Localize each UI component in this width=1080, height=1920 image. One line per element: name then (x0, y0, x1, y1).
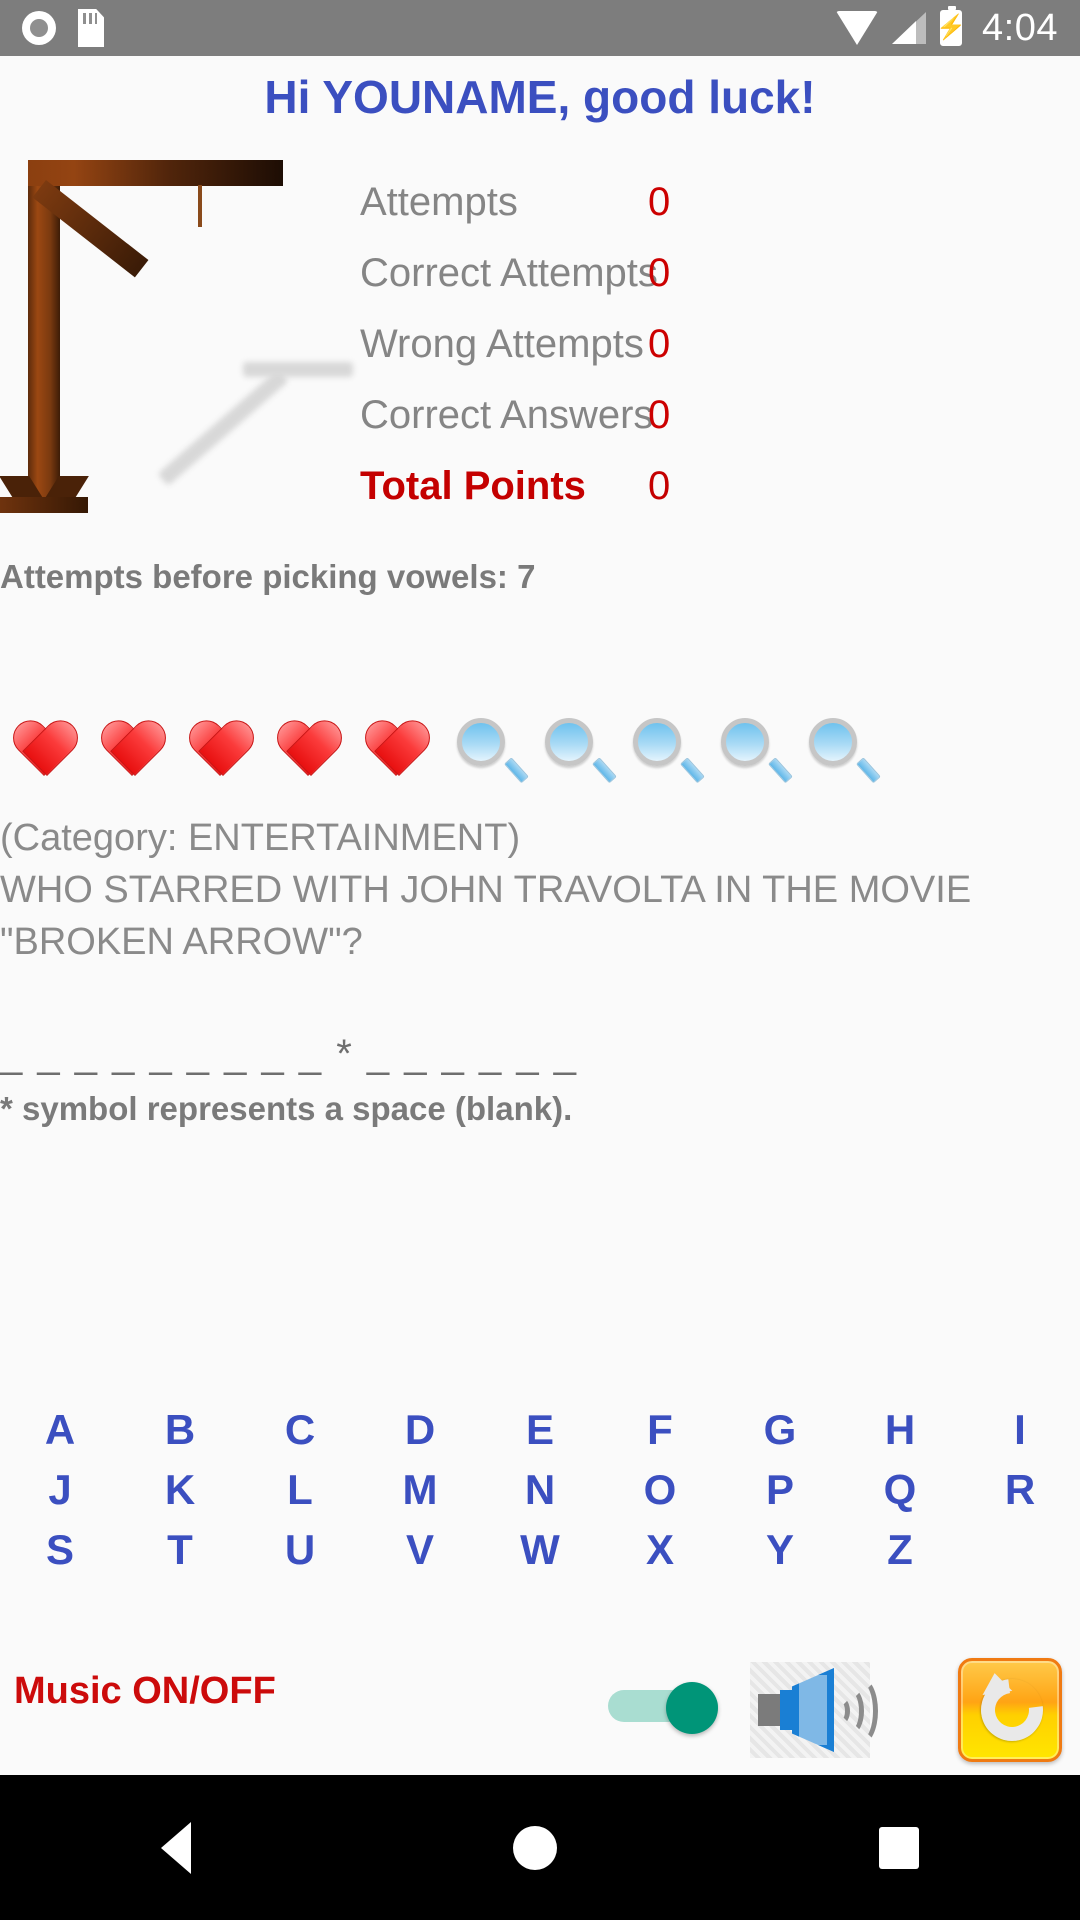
status-bar-left-icons (22, 9, 104, 47)
app-screen: ⚡ 4:04 Hi YOUNAME, good luck! Attempts 0… (0, 0, 1080, 1920)
question-category: (Category: ENTERTAINMENT) (0, 817, 521, 859)
gallows-beam (28, 160, 283, 186)
heart-icon (352, 700, 440, 796)
stat-label: Wrong Attempts (360, 322, 644, 366)
greeting-title: Hi YOUNAME, good luck! (264, 71, 816, 123)
letter-key-e[interactable]: E (480, 1400, 600, 1460)
wifi-icon (836, 11, 879, 45)
letter-key-l[interactable]: L (240, 1460, 360, 1520)
heart-icon (176, 700, 264, 796)
letter-key-x[interactable]: X (600, 1520, 720, 1580)
music-toggle-label: Music ON/OFF (14, 1670, 276, 1712)
gallows-graphic (0, 160, 353, 560)
letter-key-u[interactable]: U (240, 1520, 360, 1580)
stat-row-wrong-attempts: Wrong Attempts 0 (360, 322, 1060, 367)
status-bar: ⚡ 4:04 (0, 0, 1080, 56)
letter-key-a[interactable]: A (0, 1400, 120, 1460)
star-symbol-note: * symbol represents a space (blank). (0, 1090, 573, 1127)
stat-value: 0 (648, 464, 671, 508)
back-triangle-icon[interactable] (161, 1821, 191, 1874)
magnifier-icon[interactable] (710, 700, 798, 796)
keyboard-row-1: A B C D E F G H I (0, 1400, 1080, 1460)
screen-record-icon (22, 11, 56, 45)
android-nav-bar (0, 1775, 1080, 1920)
magnifier-icon[interactable] (534, 700, 622, 796)
letter-key-q[interactable]: Q (840, 1460, 960, 1520)
status-bar-clock: 4:04 (982, 6, 1058, 49)
letter-key-g[interactable]: G (720, 1400, 840, 1460)
switch-thumb (666, 1682, 718, 1734)
stat-label: Correct Answers (360, 393, 654, 437)
letter-key-j[interactable]: J (0, 1460, 120, 1520)
letter-key-t[interactable]: T (120, 1520, 240, 1580)
vowel-attempts-note: Attempts before picking vowels: 7 (0, 558, 536, 595)
letter-key-s[interactable]: S (0, 1520, 120, 1580)
letter-key-n[interactable]: N (480, 1460, 600, 1520)
letter-keyboard: A B C D E F G H I J K L M N O P Q R S T … (0, 1400, 1080, 1580)
stat-row-correct-attempts: Correct Attempts 0 (360, 251, 1060, 296)
letter-key-v[interactable]: V (360, 1520, 480, 1580)
letter-key-r[interactable]: R (960, 1460, 1080, 1520)
bottom-controls: Music ON/OFF (0, 1640, 1080, 1775)
status-bar-right-icons: ⚡ 4:04 (836, 6, 1058, 50)
lives-and-hints-row (0, 700, 1080, 800)
question-block: (Category: ENTERTAINMENT) WHO STARRED WI… (0, 812, 1080, 968)
stat-value: 0 (648, 322, 671, 366)
letter-key-z[interactable]: Z (840, 1520, 960, 1580)
gallows-base (0, 497, 88, 513)
magnifier-icon[interactable] (446, 700, 534, 796)
speaker-volume-icon[interactable] (750, 1662, 878, 1758)
sd-card-icon (78, 9, 104, 47)
gallows-rope (198, 185, 202, 227)
heart-icon (88, 700, 176, 796)
home-circle-icon[interactable] (513, 1825, 557, 1870)
letter-key-p[interactable]: P (720, 1460, 840, 1520)
answer-blanks: _ _ _ _ _ _ _ _ _ * _ _ _ _ _ _ (0, 1032, 578, 1076)
letter-key-b[interactable]: B (120, 1400, 240, 1460)
heart-icon (0, 700, 88, 796)
heart-icon (264, 700, 352, 796)
restart-refresh-icon[interactable] (958, 1658, 1062, 1762)
magnifier-icon[interactable] (622, 700, 710, 796)
letter-key-h[interactable]: H (840, 1400, 960, 1460)
letter-key-o[interactable]: O (600, 1460, 720, 1520)
letter-key-w[interactable]: W (480, 1520, 600, 1580)
stats-panel: Attempts 0 Correct Attempts 0 Wrong Atte… (360, 180, 1060, 535)
keyboard-row-3: S T U V W X Y Z (0, 1520, 1080, 1580)
gallows-shadow (157, 356, 353, 486)
stat-value: 0 (648, 393, 671, 437)
music-toggle-switch[interactable] (608, 1682, 718, 1734)
letter-key-c[interactable]: C (240, 1400, 360, 1460)
stat-row-attempts: Attempts 0 (360, 180, 1060, 225)
letter-key-k[interactable]: K (120, 1460, 240, 1520)
recents-square-icon[interactable] (879, 1826, 919, 1869)
question-text-line-1: WHO STARRED WITH JOHN TRAVOLTA IN THE MO… (0, 869, 972, 911)
stat-row-total-points: Total Points 0 (360, 464, 1060, 509)
magnifier-icon[interactable] (798, 700, 886, 796)
letter-key-i[interactable]: I (960, 1400, 1080, 1460)
keyboard-row-2: J K L M N O P Q R (0, 1460, 1080, 1520)
stat-row-correct-answers: Correct Answers 0 (360, 393, 1060, 438)
battery-charging-icon: ⚡ (936, 6, 966, 46)
stat-label: Correct Attempts (360, 251, 658, 295)
gallows-post (28, 176, 60, 506)
stat-label: Attempts (360, 180, 518, 224)
letter-key-y[interactable]: Y (720, 1520, 840, 1580)
letter-key-f[interactable]: F (600, 1400, 720, 1460)
question-text-line-2: "BROKEN ARROW"? (0, 921, 363, 963)
letter-key-m[interactable]: M (360, 1460, 480, 1520)
cell-signal-icon (892, 12, 927, 44)
stat-value: 0 (648, 180, 671, 224)
letter-key-d[interactable]: D (360, 1400, 480, 1460)
stat-label: Total Points (360, 464, 586, 508)
stat-value: 0 (648, 251, 671, 295)
